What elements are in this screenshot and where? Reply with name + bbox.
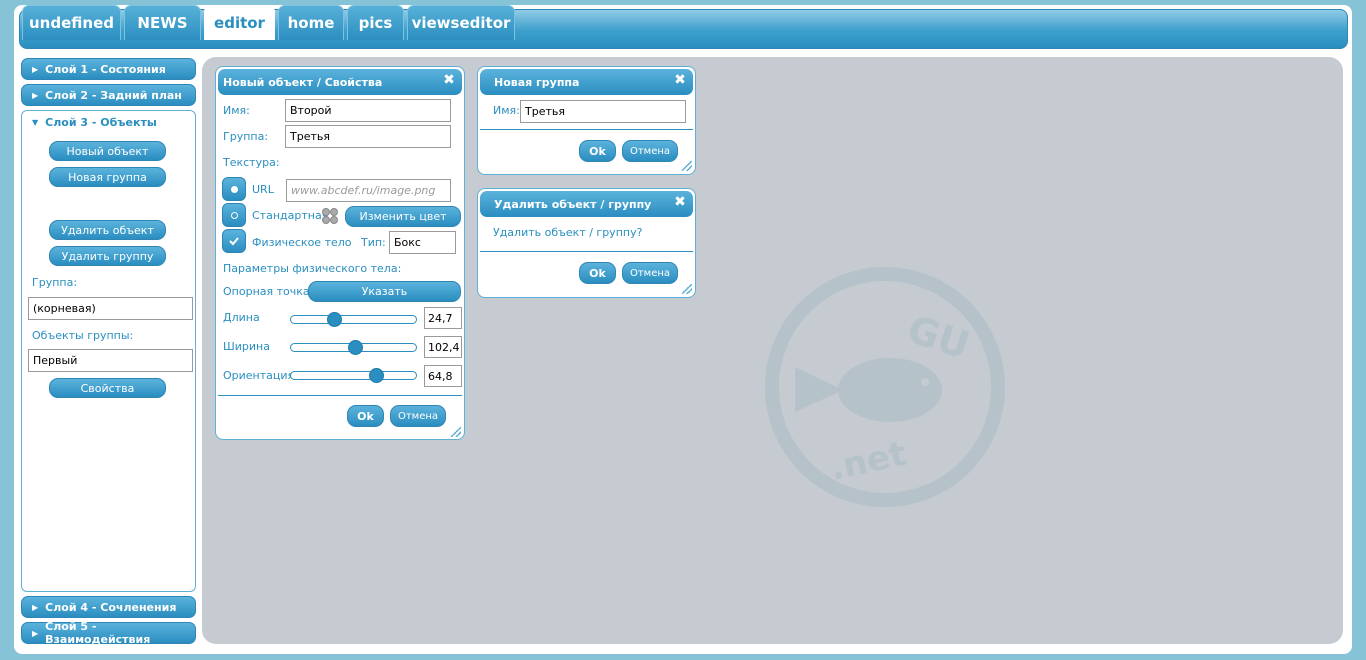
chevron-down-icon: ▼: [32, 118, 39, 127]
resize-grip-icon[interactable]: [682, 161, 692, 171]
group-objects-label: Объекты группы:: [32, 329, 134, 342]
new-group-button[interactable]: Новая группа: [49, 167, 166, 187]
group-ok-button[interactable]: Ok: [579, 140, 616, 162]
tab-undefined[interactable]: undefined: [22, 5, 121, 40]
props-group-label: Группа:: [223, 130, 269, 143]
props-name-label: Имя:: [223, 104, 250, 117]
properties-window-title: Новый объект / Свойства: [223, 75, 383, 89]
layer-1-header[interactable]: ▶ Слой 1 - Состояния: [21, 58, 196, 80]
layer-5-header[interactable]: ▶ Слой 5 - Взаимодействия: [21, 620, 196, 646]
group-divider: [480, 129, 693, 130]
props-group-input[interactable]: Третья: [285, 125, 451, 148]
watermark-bottom-text: .net: [827, 434, 910, 489]
layer-3-label: Слой 3 - Объекты: [45, 116, 157, 129]
props-name-input[interactable]: Второй: [285, 99, 451, 122]
orientation-slider-knob[interactable]: [369, 368, 384, 383]
delete-window-title: Удалить объект / группу: [494, 197, 652, 211]
physical-body-checkbox[interactable]: [222, 229, 246, 253]
close-icon[interactable]: ✖: [442, 73, 456, 87]
group-name-input[interactable]: Третья: [520, 100, 686, 123]
tab-viewseditor[interactable]: viewseditor: [407, 5, 515, 40]
orientation-value[interactable]: 64,8: [424, 365, 462, 387]
length-value[interactable]: 24,7: [424, 307, 462, 329]
props-divider: [218, 395, 462, 396]
close-icon[interactable]: ✖: [673, 73, 687, 87]
width-label: Ширина: [223, 340, 270, 353]
change-color-button[interactable]: Изменить цвет: [345, 206, 461, 227]
length-slider-knob[interactable]: [327, 312, 342, 327]
texture-url-input[interactable]: www.abcdef.ru/image.png: [286, 179, 451, 202]
props-cancel-button[interactable]: Отмена: [390, 405, 446, 427]
props-ok-button[interactable]: Ok: [347, 405, 384, 427]
chevron-right-icon: ▶: [32, 602, 39, 612]
width-value[interactable]: 102,4: [424, 336, 462, 358]
new-group-window-title: Новая группа: [494, 75, 580, 89]
tab-editor[interactable]: editor: [204, 5, 275, 40]
watermark-logo: GU .net: [765, 267, 1005, 507]
delete-window-titlebar[interactable]: Удалить объект / группу: [480, 191, 693, 217]
resize-grip-icon[interactable]: [682, 284, 692, 294]
texture-standard-radio[interactable]: [222, 203, 246, 227]
close-icon[interactable]: ✖: [673, 195, 687, 209]
layer-2-label: Слой 2 - Задний план: [45, 88, 182, 102]
phys-params-label: Параметры физического тела:: [223, 262, 402, 275]
group-cancel-button[interactable]: Отмена: [622, 140, 678, 162]
delete-group-button[interactable]: Удалить группу: [49, 246, 166, 266]
group-name-label: Имя:: [493, 104, 520, 117]
length-label: Длина: [223, 311, 260, 324]
group-objects-select[interactable]: Первый: [28, 349, 193, 372]
anchor-label: Опорная точка: [223, 285, 310, 298]
layer-3-header[interactable]: ▼ Слой 3 - Объекты: [32, 116, 157, 129]
tab-home[interactable]: home: [278, 5, 344, 40]
width-slider-knob[interactable]: [348, 340, 363, 355]
resize-grip-icon[interactable]: [451, 427, 461, 437]
orientation-label: Ориентация: [223, 369, 295, 382]
chevron-right-icon: ▶: [32, 628, 39, 638]
type-label: Тип:: [361, 236, 386, 249]
anchor-set-button[interactable]: Указать: [308, 281, 461, 302]
layer-4-label: Слой 4 - Сочленения: [45, 600, 177, 614]
delete-ok-button[interactable]: Ok: [579, 262, 616, 284]
layer-1-label: Слой 1 - Состояния: [45, 62, 166, 76]
tab-pics[interactable]: pics: [347, 5, 404, 40]
check-icon: [229, 237, 239, 246]
length-slider[interactable]: [290, 312, 417, 327]
properties-button[interactable]: Свойства: [49, 378, 166, 398]
physical-body-label: Физическое тело: [252, 236, 352, 249]
group-select[interactable]: (корневая): [28, 297, 193, 320]
orientation-slider[interactable]: [290, 368, 417, 383]
texture-standard-label: Стандартная: [252, 209, 329, 222]
group-label: Группа:: [32, 276, 78, 289]
new-object-button[interactable]: Новый объект: [49, 141, 166, 161]
new-group-window-titlebar[interactable]: Новая группа: [480, 69, 693, 95]
layer-5-label: Слой 5 - Взаимодействия: [45, 620, 151, 646]
properties-window-titlebar[interactable]: Новый объект / Свойства: [218, 69, 462, 95]
tab-news[interactable]: NEWS: [124, 5, 201, 40]
layer-2-header[interactable]: ▶ Слой 2 - Задний план: [21, 84, 196, 106]
texture-url-label: URL: [252, 183, 274, 196]
chevron-right-icon: ▶: [32, 90, 39, 100]
delete-divider: [480, 251, 693, 252]
delete-question: Удалить объект / группу?: [493, 226, 643, 239]
type-select[interactable]: Бокс: [389, 231, 456, 254]
texture-pattern-icon: [322, 208, 338, 224]
chevron-right-icon: ▶: [32, 64, 39, 74]
layer-4-header[interactable]: ▶ Слой 4 - Сочленения: [21, 596, 196, 618]
texture-url-radio[interactable]: [222, 177, 246, 201]
texture-label: Текстура:: [223, 156, 280, 169]
delete-object-button[interactable]: Удалить объект: [49, 220, 166, 240]
fish-icon: [795, 358, 942, 422]
width-slider[interactable]: [290, 340, 417, 355]
delete-cancel-button[interactable]: Отмена: [622, 262, 678, 284]
